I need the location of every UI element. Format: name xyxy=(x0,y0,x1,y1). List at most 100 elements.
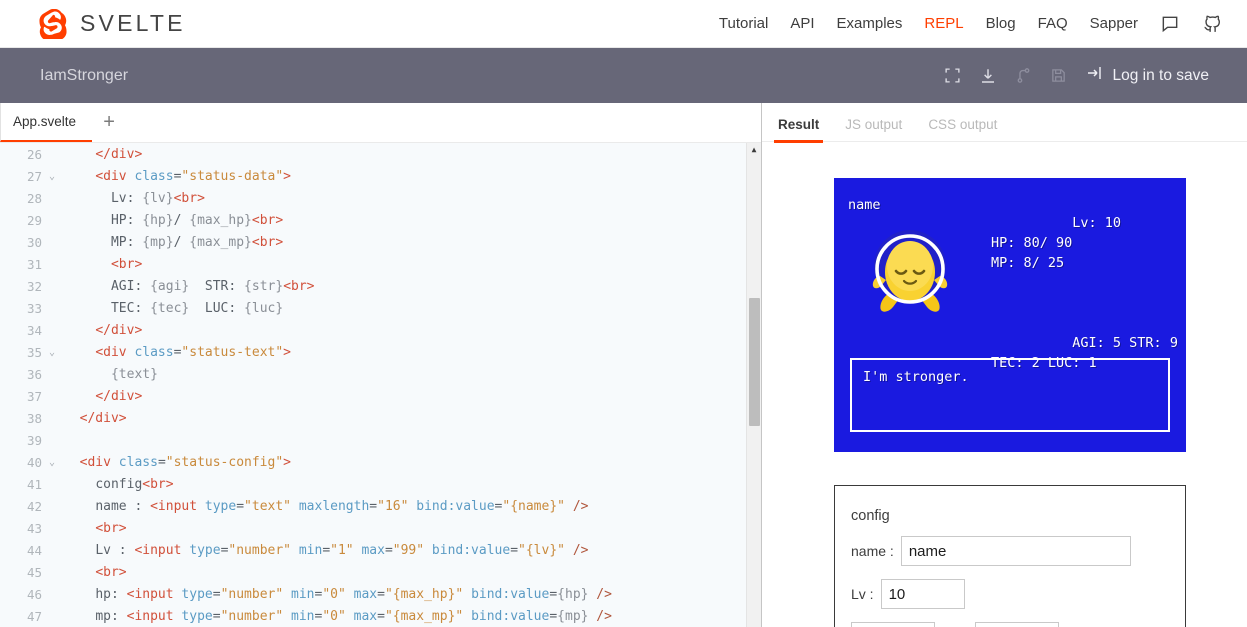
file-tab-bar: App.svelte + xyxy=(0,103,761,143)
repl-title: IamStronger xyxy=(40,66,129,84)
code-text: Lv: {lv}<br> xyxy=(110,191,205,206)
name-label: name : xyxy=(851,543,894,559)
mp-input[interactable] xyxy=(975,622,1059,627)
stats-spacer xyxy=(991,293,1178,313)
config-row-name: name : xyxy=(851,536,1165,566)
tab-css-output[interactable]: CSS output xyxy=(928,117,997,141)
config-panel: config name : Lv : xyxy=(834,485,1186,627)
line-number: 37 xyxy=(26,389,42,404)
scrollbar-thumb[interactable] xyxy=(749,298,760,426)
file-tab-app-svelte[interactable]: App.svelte xyxy=(0,103,93,142)
repl-actions: Log in to save xyxy=(944,64,1231,87)
fold-toggle-icon[interactable]: ⌄ xyxy=(46,452,58,474)
code-line: 43 <br> xyxy=(0,518,761,540)
svelte-logo-icon xyxy=(38,8,68,44)
brand-name: SVELTE xyxy=(80,10,186,36)
code-text: </div> xyxy=(95,389,143,404)
code-text: <br> xyxy=(95,565,127,580)
code-line: 33 TEC: {tec} LUC: {luc} xyxy=(0,298,761,320)
editor-scrollbar[interactable]: ▲ xyxy=(746,143,761,627)
login-arrow-icon xyxy=(1085,64,1103,87)
line-number: 29 xyxy=(26,213,42,228)
lv-input[interactable] xyxy=(880,579,965,609)
github-icon[interactable] xyxy=(1202,13,1223,34)
tab-result[interactable]: Result xyxy=(773,117,824,143)
code-line: 26 </div> xyxy=(0,144,761,166)
code-text: <div class="status-data"> xyxy=(95,169,291,184)
code-text: <div class="status-text"> xyxy=(95,345,291,360)
code-text: AGI: {agi} STR: {str}<br> xyxy=(110,279,315,294)
code-line: 34 </div> xyxy=(0,320,761,342)
code-line: 47 mp: <input type="number" min="0" max=… xyxy=(0,606,761,627)
nav-link-repl[interactable]: REPL xyxy=(924,15,963,32)
line-number: 42 xyxy=(26,499,42,514)
line-number: 46 xyxy=(26,587,42,602)
message-box: I'm stronger. xyxy=(850,358,1170,432)
code-lines: 26 </div> 27 ⌄ <div class="status-data"> 28… xyxy=(0,143,761,627)
save-disk-icon[interactable] xyxy=(1050,67,1067,84)
blob-character-icon xyxy=(858,224,962,324)
code-text: Lv : <input type="number" min="1" max="9… xyxy=(95,543,589,558)
line-number: 32 xyxy=(26,279,42,294)
code-line: 30 MP: {mp}/ {max_mp}<br> xyxy=(0,232,761,254)
login-to-save-button[interactable]: Log in to save xyxy=(1085,64,1209,87)
code-text: {text} xyxy=(110,367,158,382)
line-number: 26 xyxy=(26,147,42,162)
nav-link-faq[interactable]: FAQ xyxy=(1038,15,1068,32)
code-text: config<br> xyxy=(95,477,174,492)
fullscreen-icon[interactable] xyxy=(944,67,961,84)
code-line: 38 </div> xyxy=(0,408,761,430)
code-text: </div> xyxy=(95,323,143,338)
hp-input[interactable] xyxy=(851,622,935,627)
fold-toggle-icon[interactable]: ⌄ xyxy=(46,166,58,188)
nav-link-examples[interactable]: Examples xyxy=(837,15,903,32)
code-line: 27 ⌄ <div class="status-data"> xyxy=(0,166,761,188)
fold-toggle-icon[interactable]: ⌄ xyxy=(46,342,58,364)
plus-icon[interactable]: + xyxy=(92,103,126,142)
code-line: 42 name : <input type="text" maxlength="… xyxy=(0,496,761,518)
code-text: <br> xyxy=(110,257,143,272)
line-number: 35 xyxy=(26,345,42,360)
character-name: name xyxy=(848,197,881,213)
config-row-lv: Lv : xyxy=(851,579,1165,609)
name-input[interactable] xyxy=(900,536,1131,566)
login-to-save-label: Log in to save xyxy=(1112,66,1209,84)
code-text: hp: <input type="number" min="0" max="{m… xyxy=(95,587,612,602)
result-pane: Result JS output CSS output name Lv: 10 … xyxy=(762,103,1247,627)
result-tab-bar: Result JS output CSS output xyxy=(762,103,1247,143)
code-text: name : <input type="text" maxlength="16"… xyxy=(95,499,589,514)
line-number: 31 xyxy=(26,257,42,272)
download-icon[interactable] xyxy=(979,67,997,85)
code-line: 46 hp: <input type="number" min="0" max=… xyxy=(0,584,761,606)
message-text: I'm stronger. xyxy=(863,369,969,385)
line-number: 40 xyxy=(26,455,42,470)
nav-link-sapper[interactable]: Sapper xyxy=(1090,15,1138,32)
line-number: 34 xyxy=(26,323,42,338)
config-row-hp-mp xyxy=(851,622,1165,627)
repl-toolbar: IamStronger Log in to save xyxy=(0,48,1247,103)
line-number: 44 xyxy=(26,543,42,558)
line-number: 47 xyxy=(26,609,42,624)
main-navigation: Tutorial API Examples REPL Blog FAQ Sapp… xyxy=(719,13,1223,34)
brand-home-link[interactable]: SVELTE xyxy=(38,8,186,44)
code-line: 32 AGI: {agi} STR: {str}<br> xyxy=(0,276,761,298)
code-text: HP: {hp}/ {max_hp}<br> xyxy=(110,213,284,228)
nav-link-blog[interactable]: Blog xyxy=(986,15,1016,32)
code-line: 31 <br> xyxy=(0,254,761,276)
code-line: 39 xyxy=(0,430,761,452)
chat-bubble-icon[interactable] xyxy=(1160,14,1180,34)
line-number: 27 xyxy=(26,169,42,184)
stats-primary: Lv: 10 HP: 80/ 90 MP: 8/ 25 xyxy=(991,215,1122,271)
nav-link-tutorial[interactable]: Tutorial xyxy=(719,15,768,32)
fork-icon[interactable] xyxy=(1015,67,1032,84)
site-header: SVELTE Tutorial API Examples REPL Blog F… xyxy=(0,0,1247,48)
lv-label: Lv : xyxy=(851,586,874,602)
caret-up-icon[interactable]: ▲ xyxy=(747,143,761,157)
code-line: 29 HP: {hp}/ {max_hp}<br> xyxy=(0,210,761,232)
code-editor[interactable]: 26 </div> 27 ⌄ <div class="status-data"> 28… xyxy=(0,143,761,627)
code-text: </div> xyxy=(79,411,127,426)
line-number: 36 xyxy=(26,367,42,382)
tab-js-output[interactable]: JS output xyxy=(845,117,902,141)
nav-link-api[interactable]: API xyxy=(790,15,814,32)
code-text: MP: {mp}/ {max_mp}<br> xyxy=(110,235,284,250)
